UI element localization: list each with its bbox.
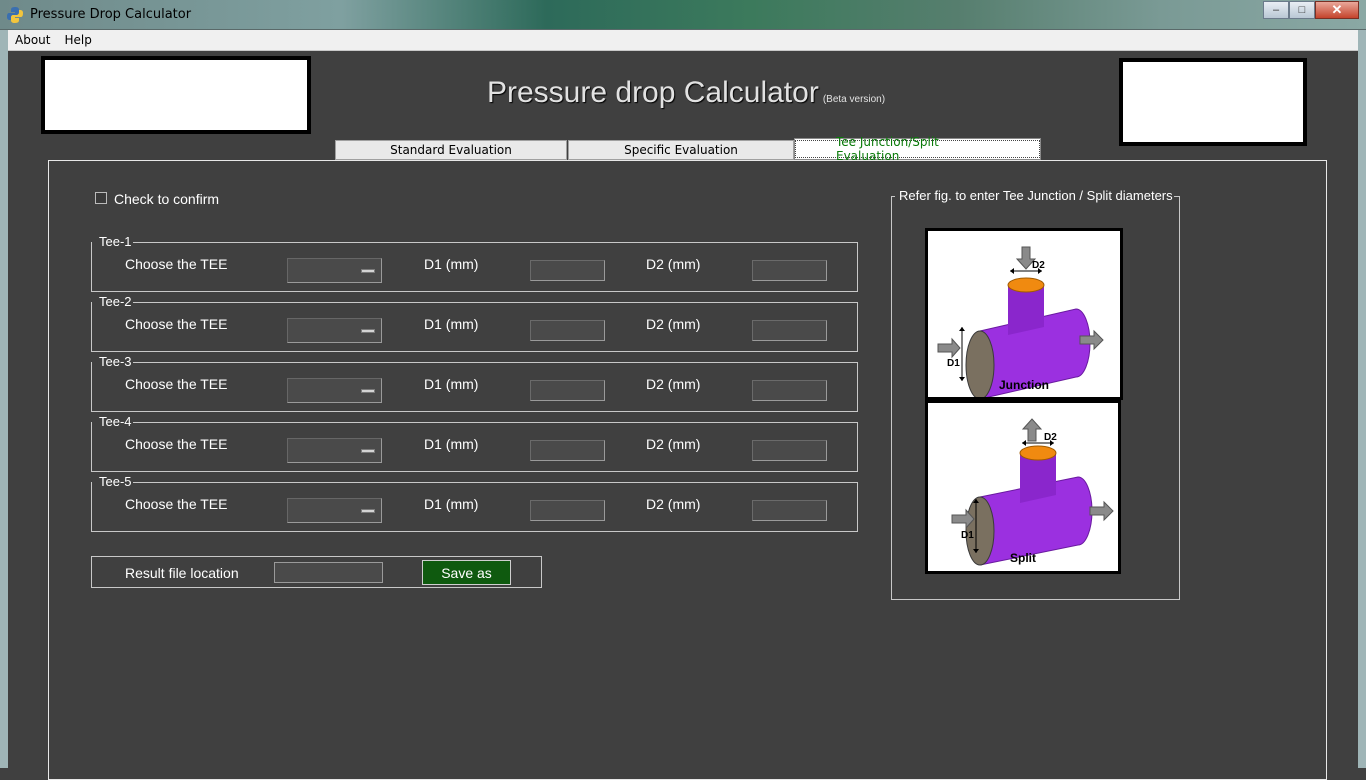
figure-title: Refer fig. to enter Tee Junction / Split… [899, 188, 1173, 203]
d2-input[interactable] [752, 260, 827, 281]
python-app-icon [7, 7, 23, 23]
window-frame-left [0, 30, 8, 768]
group-title: Tee-2 [98, 294, 133, 309]
tee-select[interactable] [287, 498, 382, 523]
tee-group-5: Tee-5 Choose the TEE D1 (mm) D2 (mm) [91, 474, 858, 532]
tab-specific-evaluation[interactable]: Specific Evaluation [568, 140, 794, 160]
dropdown-icon [361, 389, 375, 393]
d2-label: D2 (mm) [646, 496, 701, 512]
tab-label: Tee Junction/Split Evaluation [795, 135, 1040, 163]
window-frame-right [1358, 30, 1366, 768]
tee-group-2: Tee-2 Choose the TEE D1 (mm) D2 (mm) [91, 294, 858, 352]
close-button[interactable]: ✕ [1315, 1, 1359, 19]
junction-figure: D2 D1 Junction [925, 228, 1123, 400]
dropdown-icon [361, 269, 375, 273]
tab-standard-evaluation[interactable]: Standard Evaluation [335, 140, 567, 160]
junction-d1-label: D1 [947, 358, 960, 369]
tee-split-diagram: D2 D1 [951, 418, 1114, 566]
tee-group-1: Tee-1 Choose the TEE D1 (mm) D2 (mm) [91, 234, 858, 292]
tee-group-3: Tee-3 Choose the TEE D1 (mm) D2 (mm) [91, 354, 858, 412]
d2-label: D2 (mm) [646, 256, 701, 272]
split-figure: D2 D1 Split [925, 400, 1121, 574]
choose-tee-label: Choose the TEE [125, 256, 228, 272]
d2-label: D2 (mm) [646, 376, 701, 392]
window-controls: ‒ □ ✕ [1263, 1, 1359, 19]
d1-input[interactable] [530, 260, 605, 281]
choose-tee-label: Choose the TEE [125, 436, 228, 452]
group-title: Tee-4 [98, 414, 133, 429]
split-d2-label: D2 [1044, 432, 1057, 443]
group-title: Tee-3 [98, 354, 133, 369]
d2-label: D2 (mm) [646, 436, 701, 452]
logo-left [41, 56, 311, 134]
d1-label: D1 (mm) [424, 496, 479, 512]
choose-tee-label: Choose the TEE [125, 376, 228, 392]
tee-junction-diagram: D2 D1 [937, 246, 1104, 397]
d1-input[interactable] [530, 380, 605, 401]
menu-about[interactable]: About [8, 33, 57, 47]
d2-input[interactable] [752, 380, 827, 401]
choose-tee-label: Choose the TEE [125, 316, 228, 332]
title-bar: Pressure Drop Calculator ‒ □ ✕ [0, 0, 1366, 30]
logo-right [1119, 58, 1307, 146]
dropdown-icon [361, 449, 375, 453]
d2-input[interactable] [752, 500, 827, 521]
page-subtitle: (Beta version) [822, 94, 886, 105]
maximize-button[interactable]: □ [1289, 1, 1315, 19]
result-file-label: Result file location [125, 565, 239, 581]
group-title: Tee-5 [98, 474, 133, 489]
d1-input[interactable] [530, 320, 605, 341]
dropdown-icon [361, 329, 375, 333]
junction-d2-label: D2 [1032, 260, 1045, 271]
tee-select[interactable] [287, 378, 382, 403]
junction-caption: Junction [999, 378, 1049, 392]
result-file-row: Result file location Save as [91, 556, 542, 588]
tee-select[interactable] [287, 438, 382, 463]
close-icon: ✕ [1331, 2, 1343, 17]
maximize-icon: □ [1298, 4, 1306, 16]
d1-label: D1 (mm) [424, 436, 479, 452]
d1-input[interactable] [530, 440, 605, 461]
d1-label: D1 (mm) [424, 316, 479, 332]
dropdown-icon [361, 509, 375, 513]
d1-label: D1 (mm) [424, 376, 479, 392]
split-d1-label: D1 [961, 530, 974, 541]
figure-panel: Refer fig. to enter Tee Junction / Split… [891, 188, 1180, 600]
minimize-icon: ‒ [1272, 4, 1280, 16]
confirm-label: Check to confirm [114, 191, 220, 207]
d2-input[interactable] [752, 440, 827, 461]
page-title: Pressure drop Calculator [487, 76, 819, 109]
choose-tee-label: Choose the TEE [125, 496, 228, 512]
d1-label: D1 (mm) [424, 256, 479, 272]
confirm-checkbox[interactable] [95, 192, 107, 204]
menu-bar: About Help [8, 30, 1358, 51]
split-caption: Split [1010, 551, 1036, 565]
d2-input[interactable] [752, 320, 827, 341]
save-as-button[interactable]: Save as [422, 560, 511, 585]
d1-input[interactable] [530, 500, 605, 521]
minimize-button[interactable]: ‒ [1263, 1, 1289, 19]
result-file-input[interactable] [274, 562, 383, 583]
tee-select[interactable] [287, 258, 382, 283]
tee-group-4: Tee-4 Choose the TEE D1 (mm) D2 (mm) [91, 414, 858, 472]
menu-help[interactable]: Help [57, 33, 98, 47]
group-title: Tee-1 [98, 234, 133, 249]
tee-select[interactable] [287, 318, 382, 343]
header: Pressure drop Calculator (Beta version) [487, 76, 885, 110]
d2-label: D2 (mm) [646, 316, 701, 332]
window-title: Pressure Drop Calculator [30, 7, 192, 22]
tab-tee-junction-split-evaluation[interactable]: Tee Junction/Split Evaluation [794, 135, 1041, 163]
